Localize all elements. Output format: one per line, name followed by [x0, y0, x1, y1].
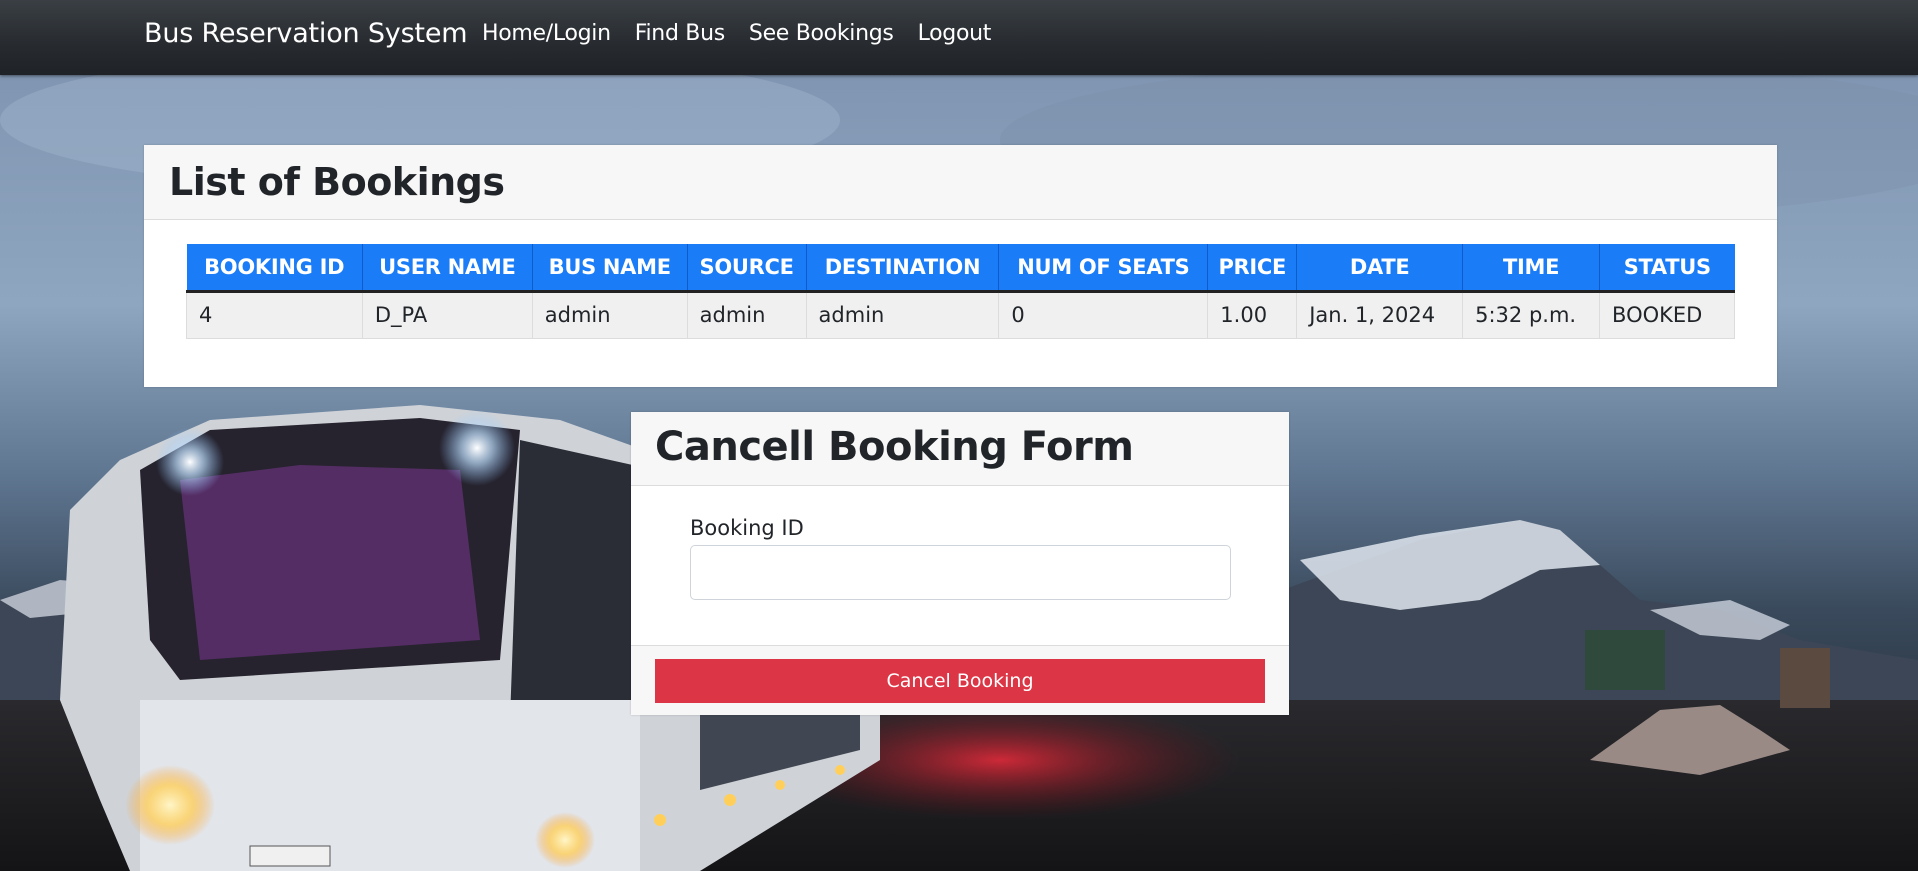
nav-links: Home/Login Find Bus See Bookings Logout: [482, 21, 1015, 46]
cell-num-of-seats: 0: [998, 290, 1209, 339]
cancel-form-title: Cancell Booking Form: [631, 412, 1289, 486]
top-navbar: Bus Reservation System Home/Login Find B…: [0, 0, 1918, 75]
nav-find-bus[interactable]: Find Bus: [635, 21, 725, 46]
booking-id-input[interactable]: [690, 545, 1231, 600]
table-row: 4 D_PA admin admin admin 0 1.00 Jan. 1, …: [186, 290, 1735, 339]
nav-home-login[interactable]: Home/Login: [482, 21, 611, 46]
bookings-title: List of Bookings: [144, 145, 1777, 220]
cancel-booking-button[interactable]: Cancel Booking: [655, 659, 1265, 703]
column-header: SOURCE: [686, 244, 807, 293]
cell-booking-id: 4: [186, 290, 363, 339]
cell-price: 1.00: [1207, 290, 1298, 339]
column-header: USER NAME: [361, 244, 533, 293]
table-header-row: BOOKING ID USER NAME BUS NAME SOURCE DES…: [186, 244, 1735, 293]
cell-source: admin: [686, 290, 807, 339]
cell-user-name: D_PA: [361, 290, 533, 339]
bookings-table: BOOKING ID USER NAME BUS NAME SOURCE DES…: [186, 244, 1735, 339]
cell-time: 5:32 p.m.: [1462, 290, 1601, 339]
bookings-card: List of Bookings BOOKING ID USER NAME BU…: [144, 145, 1777, 387]
column-header: PRICE: [1207, 244, 1297, 293]
nav-logout[interactable]: Logout: [918, 21, 992, 46]
column-header: BOOKING ID: [186, 244, 363, 293]
column-header: NUM OF SEATS: [998, 244, 1208, 293]
column-header: DATE: [1296, 244, 1463, 293]
nav-see-bookings[interactable]: See Bookings: [749, 21, 894, 46]
column-header: TIME: [1462, 244, 1600, 293]
brand-link[interactable]: Bus Reservation System: [144, 18, 468, 49]
booking-id-label: Booking ID: [690, 516, 804, 540]
column-header: STATUS: [1599, 244, 1735, 293]
cancel-form-footer: Cancel Booking: [631, 645, 1289, 715]
column-header: DESTINATION: [805, 244, 999, 293]
cell-destination: admin: [805, 290, 1000, 339]
cancel-booking-card: Cancell Booking Form Booking ID Cancel B…: [631, 412, 1289, 715]
cell-bus-name: admin: [531, 290, 688, 339]
column-header: BUS NAME: [531, 244, 688, 293]
cell-date: Jan. 1, 2024: [1296, 290, 1464, 339]
cell-status: BOOKED: [1599, 290, 1735, 339]
